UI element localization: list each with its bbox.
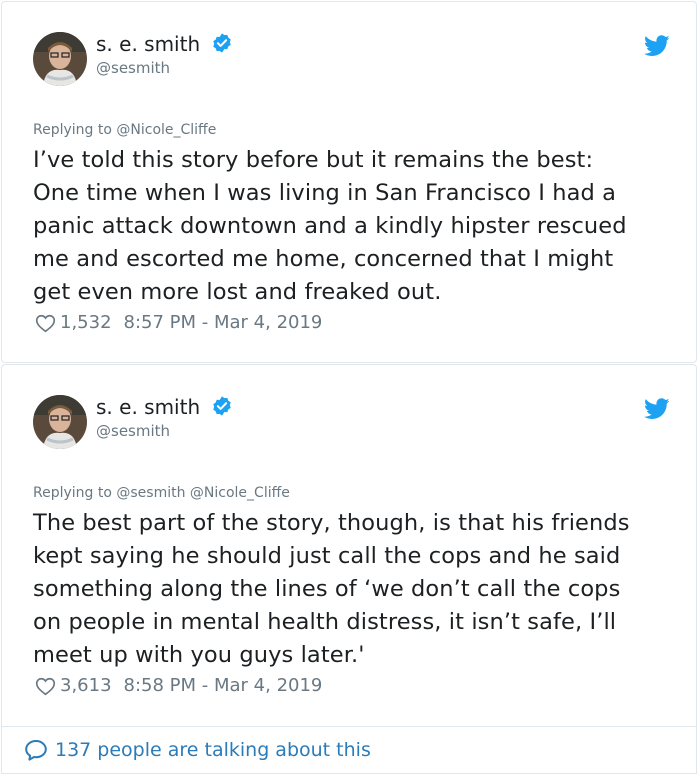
author-name[interactable]: s. e. smith: [96, 395, 233, 419]
conversation-label[interactable]: 137 people are talking about this: [55, 739, 371, 761]
like-count[interactable]: 3,613: [60, 675, 112, 696]
author-name-text[interactable]: s. e. smith: [96, 32, 200, 56]
replying-to[interactable]: Replying to @Nicole_Cliffe: [33, 122, 216, 138]
tweet-timestamp[interactable]: 8:57 PM - Mar 4, 2019: [124, 312, 323, 333]
twitter-bird-icon[interactable]: [644, 398, 670, 420]
verified-badge-icon: [212, 33, 231, 53]
author-name-text[interactable]: s. e. smith: [96, 395, 200, 419]
tweet-meta: 3,613 8:58 PM - Mar 4, 2019: [35, 675, 322, 696]
avatar[interactable]: [33, 395, 87, 449]
tweet-card-2: s. e. smith @sesmith Replying to @sesmit…: [1, 364, 697, 774]
tweet-text: The best part of the story, though, is t…: [33, 510, 630, 668]
author-handle[interactable]: @sesmith: [96, 422, 170, 440]
tweet-meta: 1,532 8:57 PM - Mar 4, 2019: [35, 312, 322, 333]
twitter-bird-icon[interactable]: [644, 35, 670, 57]
author-name[interactable]: s. e. smith: [96, 32, 233, 56]
heart-icon[interactable]: [35, 676, 56, 696]
like-count[interactable]: 1,532: [60, 312, 112, 333]
speech-bubble-icon: [25, 740, 47, 761]
tweet-text: I’ve told this story before but it remai…: [33, 147, 627, 305]
tweet-card-1: s. e. smith @sesmith Replying to @Nicole…: [1, 1, 697, 363]
verified-badge-icon: [212, 396, 231, 416]
tweet-timestamp[interactable]: 8:58 PM - Mar 4, 2019: [124, 675, 323, 696]
author-handle[interactable]: @sesmith: [96, 59, 170, 77]
replying-to[interactable]: Replying to @sesmith @Nicole_Cliffe: [33, 485, 290, 501]
heart-icon[interactable]: [35, 313, 56, 333]
avatar[interactable]: [33, 32, 87, 86]
conversation-link[interactable]: 137 people are talking about this: [2, 726, 696, 773]
